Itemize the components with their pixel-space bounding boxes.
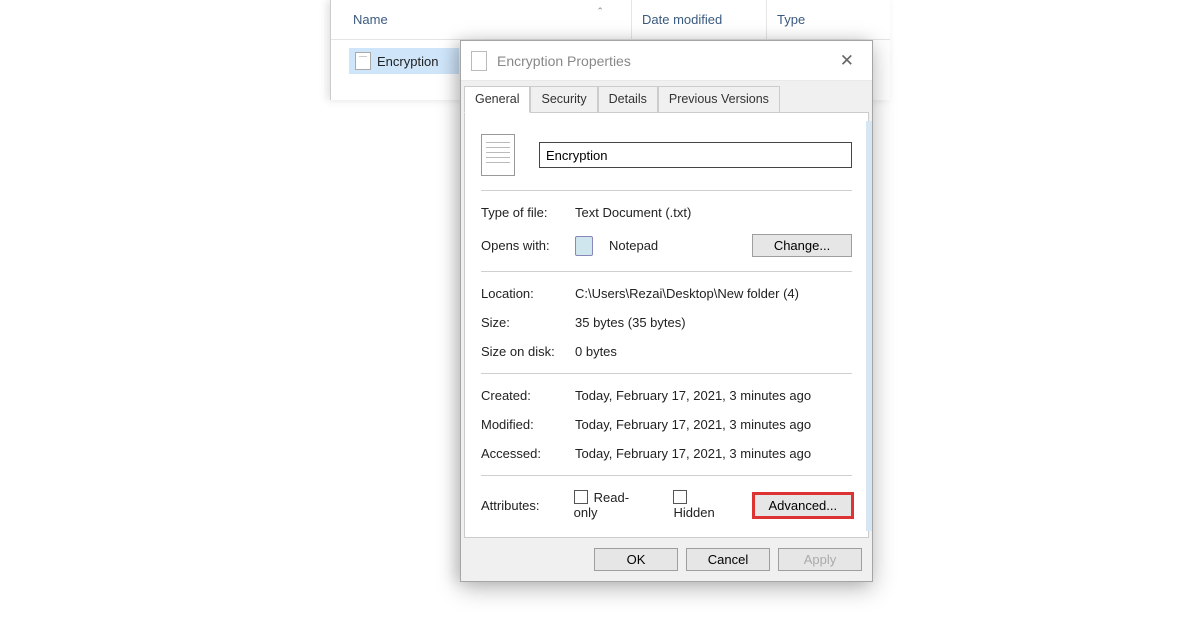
size-value: 35 bytes (35 bytes) [575,315,686,330]
location-label: Location: [481,286,565,301]
created-value: Today, February 17, 2021, 3 minutes ago [575,388,811,403]
column-headers: Name ⌃ Date modified Type [331,0,890,40]
advanced-button[interactable]: Advanced... [754,494,852,517]
opens-with-value: Notepad [609,238,742,253]
divider [481,373,852,374]
file-name: Encryption [377,54,438,69]
column-date[interactable]: Date modified [631,0,767,39]
divider [481,475,852,476]
close-button[interactable]: ✕ [832,47,862,75]
column-name-label: Name [353,12,388,27]
properties-dialog: Encryption Properties ✕ General Security… [460,40,873,582]
checkbox-icon [673,490,687,504]
tab-details[interactable]: Details [598,86,658,113]
size-on-disk-label: Size on disk: [481,344,565,359]
divider [481,190,852,191]
document-large-icon [481,134,515,176]
checkbox-icon [574,490,588,504]
modified-label: Modified: [481,417,565,432]
location-value: C:\Users\Rezai\Desktop\New folder (4) [575,286,799,301]
filename-input[interactable] [539,142,852,168]
change-button[interactable]: Change... [752,234,852,257]
tab-previous-versions[interactable]: Previous Versions [658,86,780,113]
hidden-checkbox[interactable]: Hidden [673,490,733,520]
accessed-label: Accessed: [481,446,565,461]
dialog-button-bar: OK Cancel Apply [461,538,872,581]
accessed-value: Today, February 17, 2021, 3 minutes ago [575,446,811,461]
modified-value: Today, February 17, 2021, 3 minutes ago [575,417,811,432]
tab-security[interactable]: Security [530,86,597,113]
type-label: Type of file: [481,205,565,220]
size-on-disk-value: 0 bytes [575,344,617,359]
hidden-label: Hidden [673,505,714,520]
opens-with-label: Opens with: [481,238,565,253]
column-type[interactable]: Type [767,12,890,27]
divider [481,271,852,272]
titlebar[interactable]: Encryption Properties ✕ [461,41,872,81]
general-pane: Type of file: Text Document (.txt) Opens… [464,112,869,538]
column-name[interactable]: Name ⌃ [331,12,631,27]
created-label: Created: [481,388,565,403]
attributes-label: Attributes: [481,498,564,513]
type-value: Text Document (.txt) [575,205,691,220]
readonly-checkbox[interactable]: Read-only [574,490,652,520]
cancel-button[interactable]: Cancel [686,548,770,571]
apply-button[interactable]: Apply [778,548,862,571]
tab-strip: General Security Details Previous Versio… [461,81,872,112]
text-file-icon [355,52,371,70]
ok-button[interactable]: OK [594,548,678,571]
dialog-title: Encryption Properties [497,53,832,69]
notepad-icon [575,236,593,256]
scrollbar[interactable] [866,121,872,531]
sort-caret-icon: ⌃ [596,6,604,16]
document-icon [471,51,487,71]
size-label: Size: [481,315,565,330]
tab-general[interactable]: General [464,86,530,113]
file-row-encryption[interactable]: Encryption [349,48,459,74]
